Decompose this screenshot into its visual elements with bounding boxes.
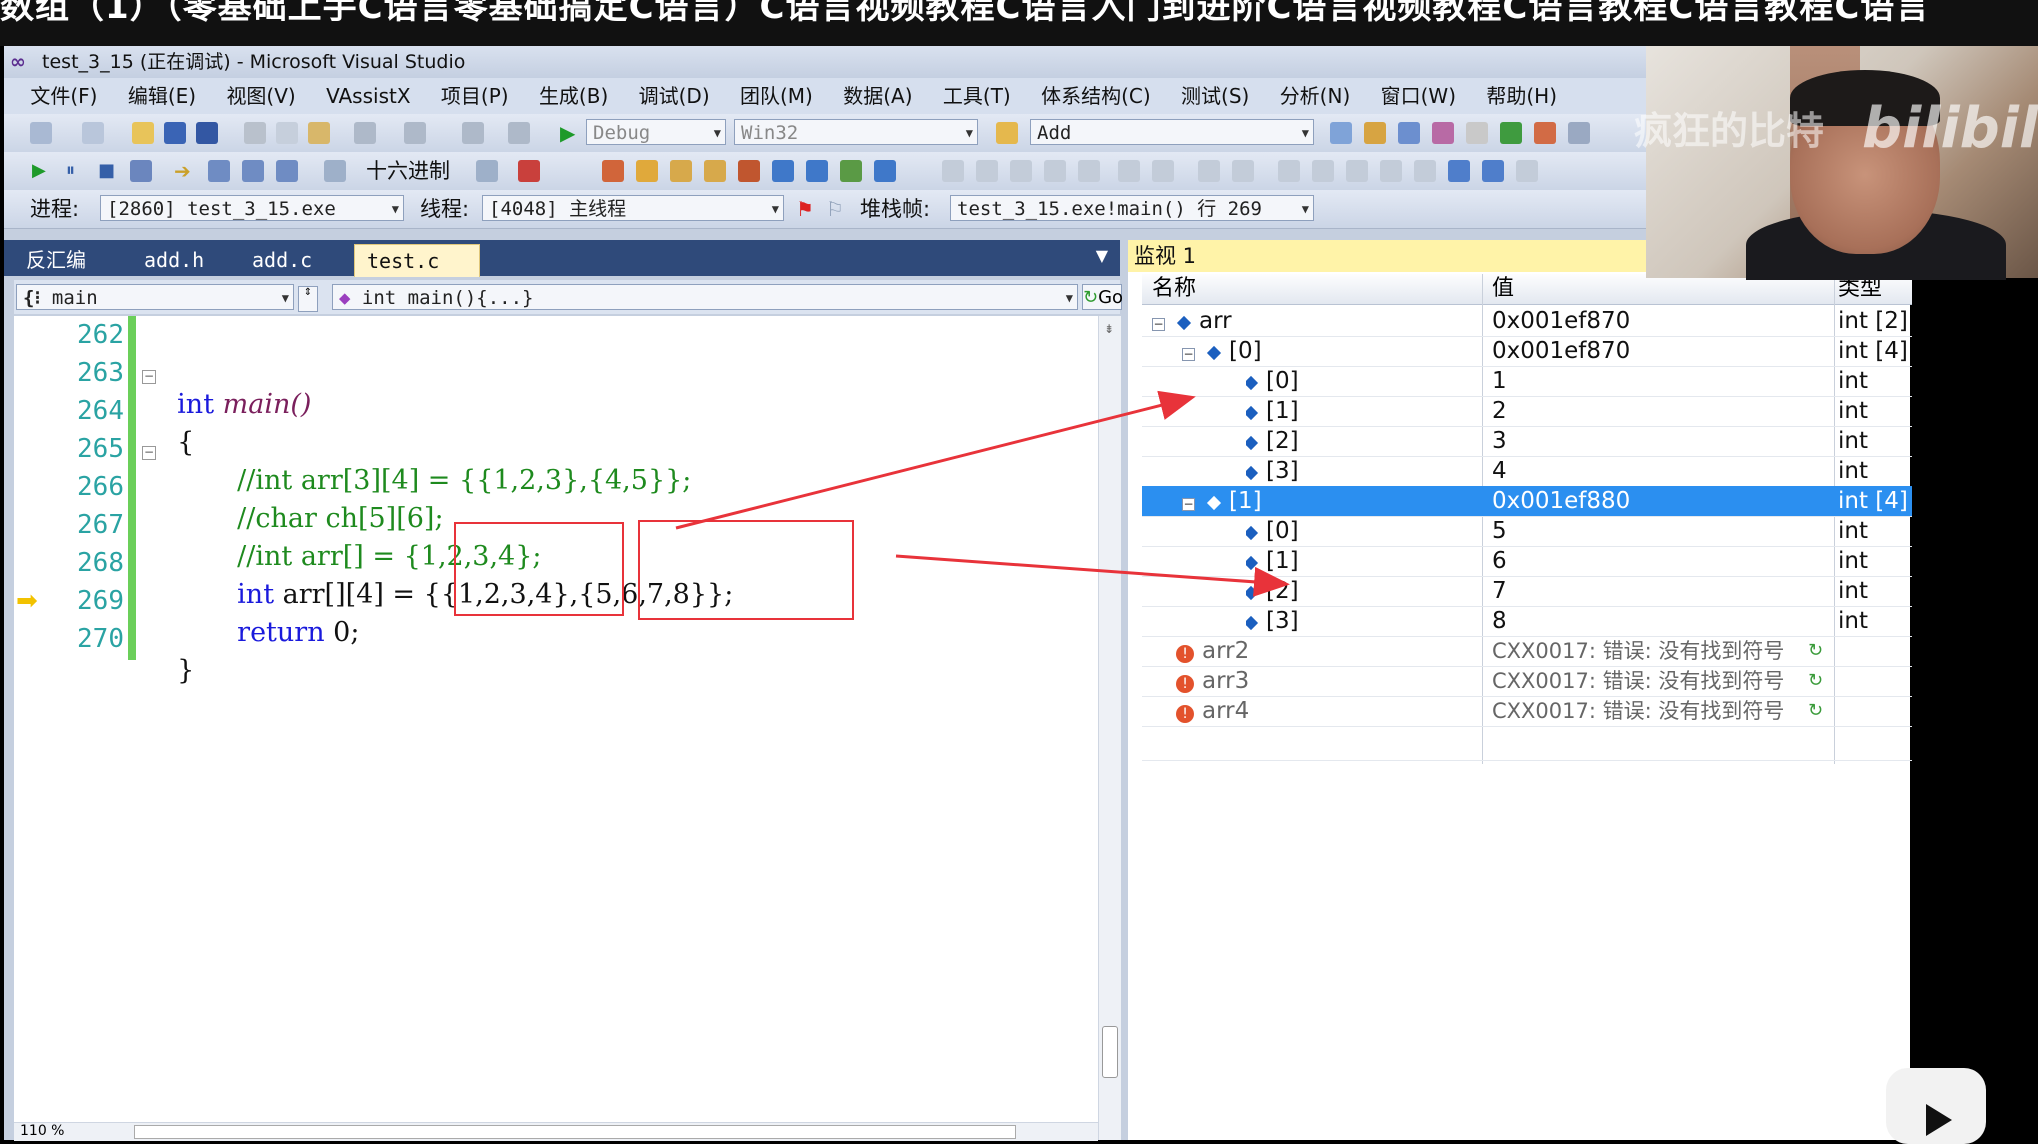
annotation-arrow-row-1	[895, 554, 1290, 597]
channel-watermark: 疯狂的比特	[1634, 109, 1825, 153]
bilibili-logo: bilibili	[1862, 96, 2038, 161]
annotation-arrow-row-0	[675, 390, 1196, 530]
bilibili-tv-icon	[1886, 1068, 1986, 1144]
play-icon	[1926, 1104, 1952, 1136]
